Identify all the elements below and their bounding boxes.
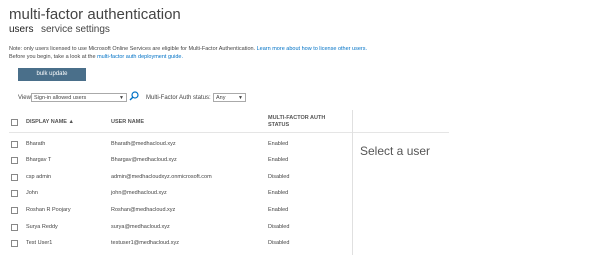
license-note-text: Note: only users licensed to use Microso… <box>9 46 256 52</box>
select-all-checkbox[interactable] <box>11 119 18 126</box>
user-name-cell: surya@medhacloud.xyz <box>111 224 170 230</box>
user-name-cell: john@medhacloud.xyz <box>111 190 167 196</box>
view-select[interactable]: Sign-in allowed users ▼ <box>31 93 127 102</box>
tab-service-settings[interactable]: service settings <box>41 24 110 35</box>
mfa-status-select-value: Any <box>216 95 226 101</box>
mfa-status-label: Multi-Factor Auth status: <box>146 95 211 101</box>
row-checkbox[interactable] <box>11 174 18 181</box>
search-icon[interactable] <box>129 91 139 101</box>
mfa-status-select[interactable]: Any ▼ <box>213 93 246 102</box>
status-cell: Enabled <box>268 190 289 196</box>
user-name-cell: Bharath@medhacloud.xyz <box>111 141 176 147</box>
user-name-cell: Roshan@medhacloud.xyz <box>111 207 176 213</box>
column-mfa-status-line1[interactable]: MULTI-FACTOR AUTH <box>268 115 325 121</box>
user-name-cell: Bhargav@medhacloud.xyz <box>111 157 177 163</box>
status-cell: Disabled <box>268 174 290 180</box>
display-name-cell: csp admin <box>26 174 52 180</box>
row-checkbox[interactable] <box>11 224 18 231</box>
column-mfa-status-line2: STATUS <box>268 122 290 128</box>
view-select-value: Sign-in allowed users <box>34 95 87 101</box>
column-display-name[interactable]: DISPLAY NAME ▲ <box>26 119 74 125</box>
detail-panel-placeholder: Select a user <box>360 144 431 158</box>
row-checkbox[interactable] <box>11 141 18 148</box>
page-title: multi-factor authentication <box>9 6 181 23</box>
status-cell: Disabled <box>268 224 290 230</box>
display-name-cell: Surya Reddy <box>26 224 58 230</box>
header-divider <box>9 132 449 133</box>
deployment-note-text: Before you begin, take a look at the <box>9 54 96 60</box>
display-name-cell: Bhargav T <box>26 157 52 163</box>
chevron-down-icon: ▼ <box>119 95 124 101</box>
license-note: Note: only users licensed to use Microso… <box>9 46 367 52</box>
tab-users[interactable]: users <box>9 24 33 35</box>
row-checkbox[interactable] <box>11 190 18 197</box>
status-cell: Enabled <box>268 157 289 163</box>
deployment-note: Before you begin, take a look at the mul… <box>9 54 183 60</box>
column-display-name-label: DISPLAY NAME <box>26 119 67 125</box>
row-checkbox[interactable] <box>11 240 18 247</box>
license-link[interactable]: Learn more about how to license other us… <box>257 46 367 52</box>
bulk-update-button[interactable]: bulk update <box>18 68 86 81</box>
column-user-name[interactable]: USER NAME <box>111 119 144 125</box>
status-cell: Enabled <box>268 207 289 213</box>
display-name-cell: Roshan R Poojary <box>26 207 71 213</box>
user-name-cell: testuser1@medhacloud.xyz <box>111 240 179 246</box>
display-name-cell: John <box>26 190 38 196</box>
display-name-cell: Bharath <box>26 141 46 147</box>
row-checkbox[interactable] <box>11 157 18 164</box>
chevron-down-icon: ▼ <box>238 95 243 101</box>
user-name-cell: admin@medhacloudxyz.onmicrosoft.com <box>111 174 212 180</box>
detail-panel-divider <box>352 110 353 255</box>
row-checkbox[interactable] <box>11 207 18 214</box>
sort-ascending-icon: ▲ <box>68 119 74 125</box>
status-cell: Disabled <box>268 240 290 246</box>
display-name-cell: Test User1 <box>26 240 53 246</box>
deployment-guide-link[interactable]: multi-factor auth deployment guide. <box>97 54 183 60</box>
status-cell: Enabled <box>268 141 289 147</box>
